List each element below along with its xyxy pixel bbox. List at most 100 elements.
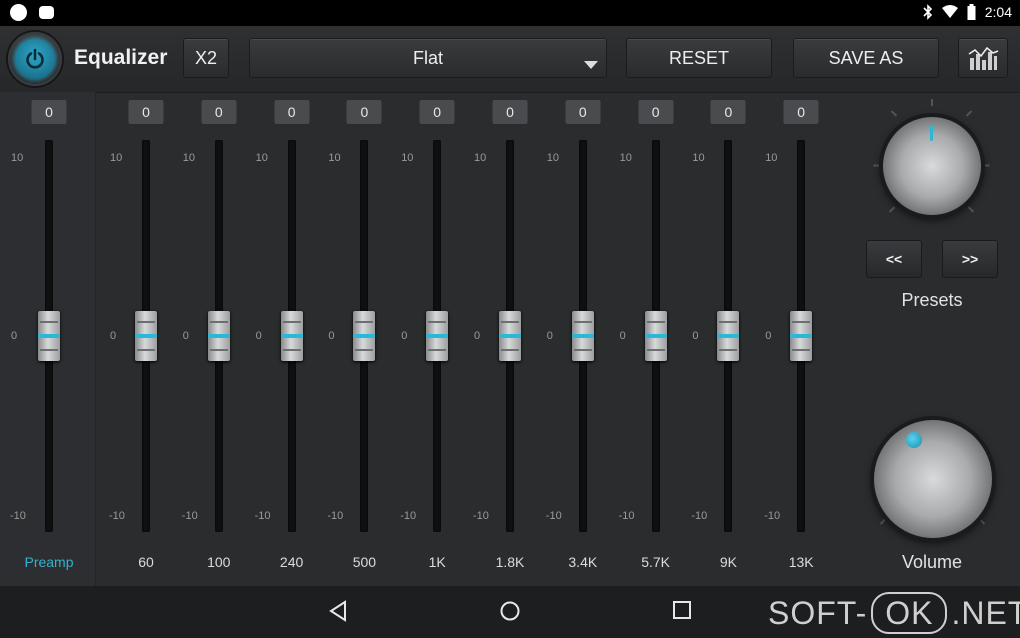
band-frequency-label: 60 <box>138 554 154 570</box>
home-icon[interactable] <box>499 600 521 622</box>
band-thumb[interactable] <box>353 311 376 361</box>
volume-knob[interactable] <box>874 420 992 538</box>
bar-graph-icon <box>968 46 999 70</box>
presets-knob[interactable] <box>883 117 981 215</box>
scale-min: -10 <box>327 510 344 522</box>
band-thumb[interactable] <box>426 311 449 361</box>
app-title: Equalizer <box>74 46 168 69</box>
knob-indicator <box>930 125 933 141</box>
scale-max: 10 <box>546 152 560 164</box>
preamp-value: 0 <box>31 100 67 124</box>
knob-mark <box>879 518 887 525</box>
band-slider-column: 0 10 0 -10 1K <box>400 92 474 586</box>
scale-mid: 0 <box>11 330 18 342</box>
band-frequency-label: 240 <box>279 554 304 570</box>
scale-max: 10 <box>182 152 196 164</box>
wifi-icon <box>941 5 958 18</box>
scale-max: 10 <box>11 152 24 164</box>
knob-mark <box>967 206 975 213</box>
band-frequency-label: 500 <box>352 554 377 570</box>
band-slider-column: 0 10 0 -10 1.8K <box>473 92 547 586</box>
band-value: 0 <box>565 100 601 124</box>
band-thumb[interactable] <box>644 311 667 361</box>
watermark-part2: OK <box>871 592 948 634</box>
scale-mid: 0 <box>474 330 481 342</box>
knob-mark <box>978 518 986 525</box>
scale-max: 10 <box>474 152 487 164</box>
battery-icon <box>967 4 976 20</box>
reset-button[interactable]: RESET <box>626 38 772 78</box>
scale-mid: 0 <box>182 330 189 342</box>
presets-label: Presets <box>901 290 963 310</box>
band-thumb[interactable] <box>207 311 230 361</box>
scale-mid: 0 <box>546 330 553 342</box>
band-thumb[interactable] <box>717 311 740 361</box>
band-slider-column: 0 10 0 -10 13K <box>764 92 838 586</box>
preset-dropdown-value: Flat <box>412 47 443 68</box>
status-time: 2:04 <box>984 4 1012 20</box>
preamp-slider-column: 0 10 0 -10 Preamp <box>10 92 84 586</box>
band-value: 0 <box>783 100 819 124</box>
previous-preset-button[interactable]: << <box>866 240 922 278</box>
scale-min: -10 <box>618 510 635 522</box>
knob-mark <box>890 110 898 117</box>
scale-min: -10 <box>254 510 271 522</box>
band-thumb[interactable] <box>571 311 594 361</box>
back-icon[interactable] <box>328 600 348 622</box>
scale-min: -10 <box>109 510 125 522</box>
scale-mid: 0 <box>255 330 262 342</box>
knob-mark <box>888 206 896 213</box>
save-as-button[interactable]: SAVE AS <box>793 38 939 78</box>
dropdown-caret-icon <box>584 61 598 69</box>
power-button[interactable] <box>8 32 62 86</box>
toolbar: Equalizer X2 Flat RESET SAVE AS <box>0 26 1020 93</box>
scale-min: -10 <box>400 510 417 522</box>
band-frequency-label: 3.4K <box>568 554 598 570</box>
volume-label: Volume <box>901 552 963 572</box>
band-thumb[interactable] <box>280 311 303 361</box>
knob-mark <box>965 110 973 117</box>
next-preset-button[interactable]: >> <box>942 240 998 278</box>
knob-mark <box>931 99 933 106</box>
x2-button[interactable]: X2 <box>183 38 229 78</box>
band-thumb[interactable] <box>135 311 157 361</box>
graph-button[interactable] <box>958 38 1008 78</box>
band-value: 0 <box>274 100 310 124</box>
watermark: SOFT- OK .NET <box>768 592 1020 634</box>
scale-max: 10 <box>765 152 778 164</box>
watermark-part3: .NET <box>951 594 1020 631</box>
scale-min: -10 <box>473 510 489 522</box>
band-slider-column: 0 10 0 -10 3.4K <box>545 92 620 586</box>
band-frequency-label: 9K <box>719 554 737 570</box>
scale-mid: 0 <box>619 330 626 342</box>
scale-max: 10 <box>255 152 268 164</box>
band-value: 0 <box>710 100 746 124</box>
scale-min: -10 <box>10 510 26 522</box>
scale-mid: 0 <box>765 330 772 342</box>
bluetooth-icon <box>923 4 932 20</box>
band-thumb[interactable] <box>790 311 813 361</box>
knob-mark <box>873 164 881 167</box>
scale-max: 10 <box>692 152 705 164</box>
scale-min: -10 <box>764 510 781 522</box>
band-frequency-label: 13K <box>788 554 814 570</box>
band-value: 0 <box>492 100 528 124</box>
band-slider-column: 0 10 0 -10 5.7K <box>618 92 693 586</box>
recents-icon[interactable] <box>672 600 692 620</box>
scale-min: -10 <box>545 510 562 522</box>
band-value: 0 <box>346 100 382 124</box>
band-slider-column: 0 10 0 -10 60 <box>109 92 183 586</box>
power-icon <box>15 39 55 79</box>
band-frequency-label: 1K <box>428 554 446 570</box>
band-frequency-label: 100 <box>207 554 231 570</box>
preamp-thumb[interactable] <box>38 311 60 361</box>
band-slider-column: 0 10 0 -10 9K <box>691 92 765 586</box>
status-bar: 2:04 <box>0 0 1020 26</box>
band-slider-column: 0 10 0 -10 240 <box>254 92 329 586</box>
preset-dropdown[interactable]: Flat <box>249 38 607 78</box>
knob-mark <box>982 164 990 167</box>
android-notification-icon <box>39 6 54 19</box>
scale-max: 10 <box>619 152 632 164</box>
watermark-part1: SOFT- <box>768 594 868 631</box>
band-thumb[interactable] <box>499 311 521 361</box>
